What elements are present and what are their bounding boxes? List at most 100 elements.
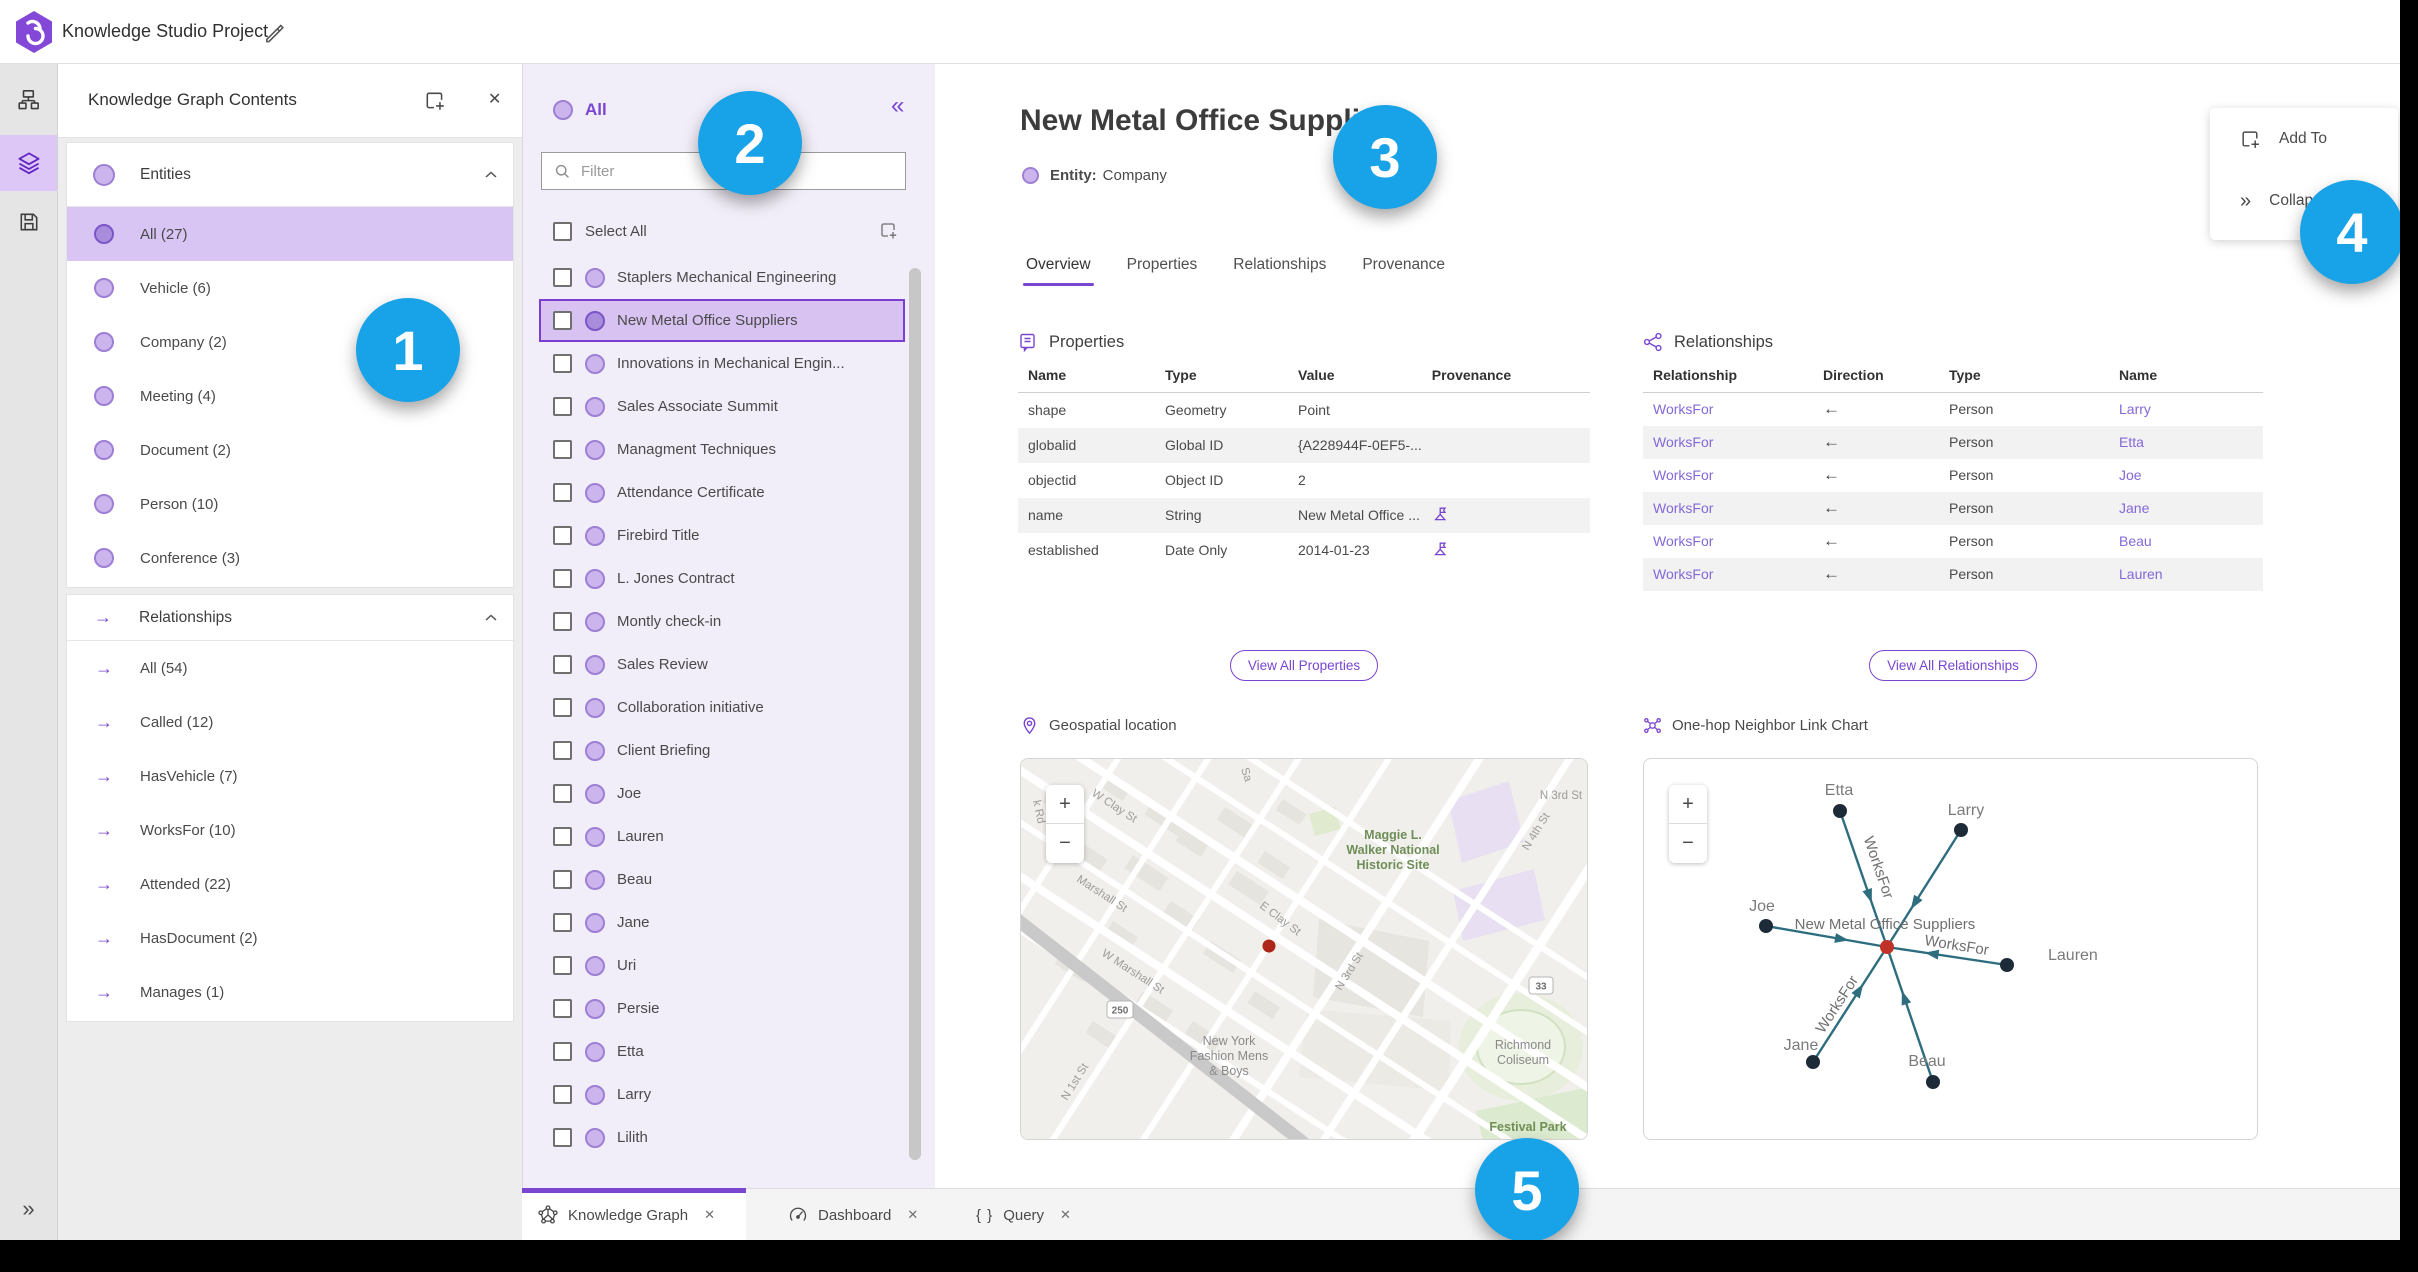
- chevron-up-icon[interactable]: [485, 166, 497, 184]
- list-item[interactable]: Uri: [523, 944, 936, 987]
- tab-properties[interactable]: Properties: [1127, 256, 1198, 286]
- one-hop-link-chart[interactable]: + − WorksFor WorksFor WorksFor Etta Larry Joe…: [1643, 758, 2258, 1140]
- relationship-type-link[interactable]: WorksFor: [1643, 459, 1813, 492]
- relationship-row[interactable]: WorksFor ← Person Lauren: [1643, 557, 2263, 591]
- relationship-row[interactable]: WorksFor ← Person Larry: [1643, 393, 2263, 426]
- list-item[interactable]: Sales Review: [523, 643, 936, 686]
- sidebar-item-relationship[interactable]: → HasDocument (2): [67, 911, 513, 965]
- item-checkbox[interactable]: [553, 526, 572, 545]
- property-row[interactable]: objectid Object ID 2: [1018, 463, 1590, 498]
- zoom-out-button[interactable]: −: [1046, 824, 1084, 863]
- close-panel-icon[interactable]: ✕: [488, 89, 501, 109]
- provenance-flag-icon[interactable]: [1432, 506, 1448, 522]
- zoom-in-button[interactable]: +: [1669, 785, 1707, 824]
- add-to-map-icon[interactable]: [424, 90, 446, 117]
- list-item[interactable]: Collaboration initiative: [523, 686, 936, 729]
- add-to-button[interactable]: Add To: [2210, 108, 2398, 170]
- item-checkbox[interactable]: [553, 311, 572, 330]
- list-item[interactable]: New Metal Office Suppliers: [539, 299, 905, 342]
- list-item[interactable]: Attendance Certificate: [523, 471, 936, 514]
- item-checkbox[interactable]: [553, 956, 572, 975]
- related-entity-link[interactable]: Jane: [2109, 492, 2263, 525]
- relationship-type-link[interactable]: WorksFor: [1643, 558, 1813, 591]
- close-tab-icon[interactable]: ✕: [1060, 1207, 1071, 1223]
- graph-edge[interactable]: [1811, 946, 1889, 1063]
- edit-title-icon[interactable]: [262, 20, 286, 44]
- item-checkbox[interactable]: [553, 268, 572, 287]
- relationship-type-link[interactable]: WorksFor: [1643, 426, 1813, 459]
- list-item[interactable]: Managment Techniques: [523, 428, 936, 471]
- scrollbar-thumb[interactable]: [909, 268, 921, 1160]
- list-item[interactable]: Sales Associate Summit: [523, 385, 936, 428]
- item-checkbox[interactable]: [553, 741, 572, 760]
- sidebar-item-entity[interactable]: Person (10): [67, 477, 513, 531]
- related-entity-link[interactable]: Beau: [2109, 525, 2263, 558]
- relationships-section-header[interactable]: → Relationships: [67, 595, 513, 641]
- item-checkbox[interactable]: [553, 440, 572, 459]
- list-item[interactable]: Joe: [523, 772, 936, 815]
- list-item[interactable]: Persie: [523, 987, 936, 1030]
- related-entity-link[interactable]: Lauren: [2109, 558, 2263, 591]
- sidebar-item-relationship[interactable]: → Attended (22): [67, 857, 513, 911]
- list-item[interactable]: Firebird Title: [523, 514, 936, 557]
- list-item[interactable]: Montly check-in: [523, 600, 936, 643]
- zoom-out-button[interactable]: −: [1669, 824, 1707, 863]
- close-tab-icon[interactable]: ✕: [907, 1207, 918, 1223]
- relationship-type-link[interactable]: WorksFor: [1643, 525, 1813, 558]
- sidebar-item-relationship[interactable]: → HasVehicle (7): [67, 749, 513, 803]
- sidebar-item-entity[interactable]: All (27): [67, 207, 513, 261]
- item-checkbox[interactable]: [553, 870, 572, 889]
- item-checkbox[interactable]: [553, 784, 572, 803]
- map-location-marker[interactable]: [1262, 939, 1276, 953]
- property-row[interactable]: shape Geometry Point: [1018, 393, 1590, 428]
- item-checkbox[interactable]: [553, 354, 572, 373]
- view-all-relationships-button[interactable]: View All Relationships: [1869, 650, 2037, 681]
- graph-node[interactable]: [1926, 1075, 1940, 1089]
- item-checkbox[interactable]: [553, 913, 572, 932]
- list-item[interactable]: Larry: [523, 1073, 936, 1116]
- select-all-checkbox[interactable]: [553, 222, 572, 241]
- graph-node[interactable]: [1806, 1055, 1820, 1069]
- item-checkbox[interactable]: [553, 612, 572, 631]
- item-checkbox[interactable]: [553, 698, 572, 717]
- relationship-row[interactable]: WorksFor ← Person Joe: [1643, 459, 2263, 492]
- save-icon[interactable]: [0, 194, 57, 250]
- contents-layers-icon[interactable]: [0, 135, 57, 191]
- item-checkbox[interactable]: [553, 569, 572, 588]
- related-entity-link[interactable]: Joe: [2109, 459, 2263, 492]
- list-item[interactable]: Staplers Mechanical Engineering: [523, 256, 936, 299]
- relationship-row[interactable]: WorksFor ← Person Jane: [1643, 491, 2263, 525]
- entities-section-header[interactable]: Entities: [67, 143, 513, 207]
- collapse-panel-icon[interactable]: «: [891, 92, 904, 120]
- related-entity-link[interactable]: Etta: [2109, 426, 2263, 459]
- sidebar-item-entity[interactable]: Vehicle (6): [67, 261, 513, 315]
- sidebar-item-relationship[interactable]: → WorksFor (10): [67, 803, 513, 857]
- relationship-type-link[interactable]: WorksFor: [1643, 393, 1813, 426]
- data-model-icon[interactable]: [0, 72, 57, 128]
- list-item[interactable]: Client Briefing: [523, 729, 936, 772]
- tab-provenance[interactable]: Provenance: [1362, 256, 1445, 286]
- item-checkbox[interactable]: [553, 1042, 572, 1061]
- add-selection-icon[interactable]: [879, 221, 899, 246]
- graph-center-node[interactable]: [1880, 940, 1894, 954]
- list-item[interactable]: Innovations in Mechanical Engin...: [523, 342, 936, 385]
- view-all-properties-button[interactable]: View All Properties: [1229, 650, 1379, 681]
- graph-node[interactable]: [1759, 919, 1773, 933]
- list-item[interactable]: L. Jones Contract: [523, 557, 936, 600]
- sidebar-item-entity[interactable]: Conference (3): [67, 531, 513, 585]
- list-item[interactable]: Lauren: [523, 815, 936, 858]
- item-checkbox[interactable]: [553, 1085, 572, 1104]
- tab-overview[interactable]: Overview: [1023, 256, 1094, 286]
- graph-node[interactable]: [1833, 804, 1847, 818]
- related-entity-link[interactable]: Larry: [2109, 393, 2263, 426]
- sidebar-item-relationship[interactable]: → All (54): [67, 641, 513, 695]
- sidebar-item-relationship[interactable]: → Manages (1): [67, 965, 513, 1019]
- app-logo-icon[interactable]: [14, 10, 54, 54]
- list-item[interactable]: Etta: [523, 1030, 936, 1073]
- relationship-row[interactable]: WorksFor ← Person Beau: [1643, 525, 2263, 558]
- list-item[interactable]: Beau: [523, 858, 936, 901]
- property-row[interactable]: established Date Only 2014-01-23: [1018, 533, 1590, 568]
- sidebar-item-relationship[interactable]: → Called (12): [67, 695, 513, 749]
- property-row[interactable]: globalid Global ID {A228944F-0EF5-...: [1018, 427, 1590, 463]
- provenance-flag-icon[interactable]: [1432, 541, 1448, 557]
